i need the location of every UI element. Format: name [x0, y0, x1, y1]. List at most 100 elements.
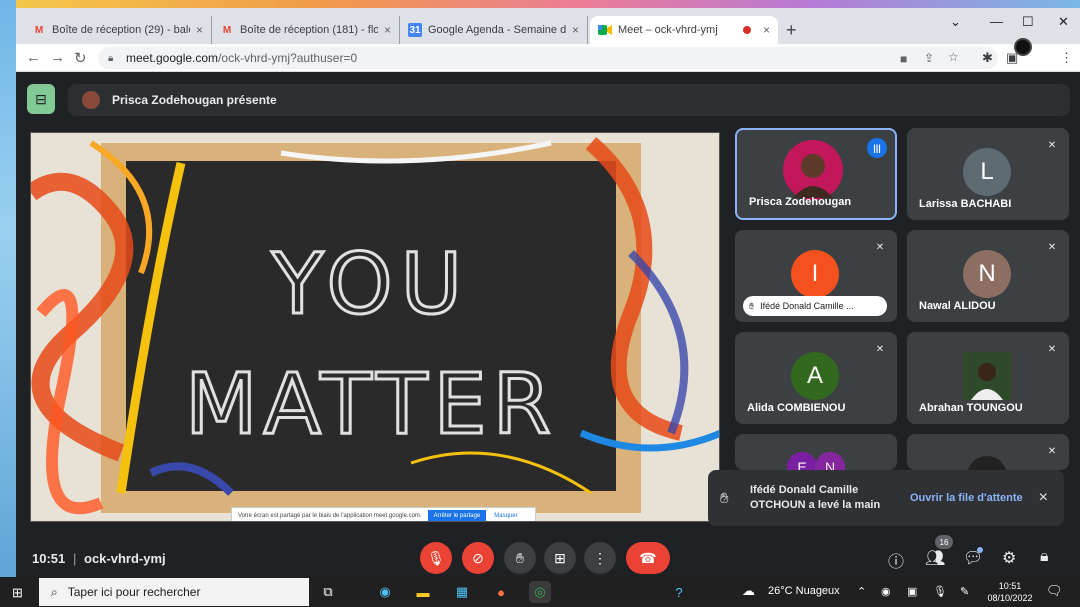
pen-icon[interactable]: ✎ [960, 585, 969, 598]
camera-icon[interactable]: ■ [900, 52, 907, 66]
close-icon[interactable]: × [572, 23, 579, 37]
share-icon[interactable]: ⇪ [924, 51, 934, 65]
share-status-bar: Votre écran est partagé par le biais de … [231, 507, 536, 521]
stop-sharing-button[interactable]: Arrêter le partage [427, 510, 487, 521]
raise-hand-button[interactable]: ✋︎ [504, 542, 536, 574]
store-icon[interactable]: ▦ [451, 581, 473, 603]
edge-icon[interactable]: ◉ [374, 581, 396, 603]
clock-time: 10:51 [998, 581, 1022, 591]
taskbar-search-input[interactable]: ⌕ Taper ici pour rechercher [39, 578, 309, 606]
microphone-icon[interactable]: 🎙︎ [933, 585, 947, 598]
chrome-icon[interactable]: ◎ [529, 581, 551, 603]
participant-tile[interactable]: ✕ Abrahan TOUNGOU [907, 332, 1069, 424]
recording-dot-icon [742, 26, 751, 34]
minimize-icon[interactable]: — [990, 14, 1003, 29]
leave-call-button[interactable]: ☎︎ [626, 542, 670, 574]
meeting-code: ock-vhrd-ymj [84, 551, 166, 566]
avatar: I [791, 250, 839, 298]
present-button[interactable]: ⊞ [544, 542, 576, 574]
participant-count-badge: 16 [935, 535, 953, 549]
shared-text-line2: MATTER [185, 355, 557, 453]
extensions-icon[interactable]: ✱ [982, 50, 993, 66]
people-icon[interactable]: 👥︎ [925, 548, 945, 568]
star-icon[interactable]: ☆ [948, 50, 959, 64]
mic-toggle-button[interactable]: 🎙︎ [420, 542, 452, 574]
url-input[interactable]: 🔒︎ meet.google.com/ock-vhrd-ymj?authuser… [98, 47, 998, 69]
participant-tile[interactable]: E N [735, 434, 897, 470]
avatar: L [963, 148, 1011, 196]
tab-gmail-2[interactable]: M Boîte de réception (181) - florenc × [212, 16, 400, 44]
mic-off-icon: ✕ [1047, 343, 1057, 355]
camera-icon[interactable]: ▣ [907, 585, 917, 598]
mic-off-icon: ✕ [875, 343, 885, 355]
more-icon: ⋮ [593, 549, 607, 566]
tab-meet[interactable]: Meet – ock-vhrd-ymj × [590, 16, 778, 44]
windows-start-icon[interactable]: ⊞ [12, 585, 23, 601]
shared-text-line1: YOU [271, 235, 470, 333]
url-host: meet.google.com [126, 51, 219, 65]
tab-title: Boîte de réception (29) - balogou [52, 24, 190, 36]
close-icon[interactable]: × [384, 23, 391, 37]
hide-button[interactable]: Masquer [494, 513, 517, 519]
avatar[interactable] [1014, 38, 1032, 56]
avatar [783, 140, 843, 200]
cloud-icon: ☁︎ [742, 583, 755, 598]
clock-date: 08/10/2022 [987, 593, 1033, 603]
avatar [82, 91, 100, 109]
record-icon[interactable]: ◉ [881, 585, 891, 598]
help-icon[interactable]: ? [668, 581, 690, 603]
mic-off-icon: ✕ [1047, 445, 1057, 457]
participant-tile[interactable]: N ✕ Nawal ALIDOU [907, 230, 1069, 322]
meet-app: ⊟ Prisca Zodehougan présente YOU MATTER … [16, 72, 1080, 577]
task-view-icon[interactable]: ⧉ [317, 581, 339, 603]
pin-presentation-icon[interactable]: ⊟ [27, 84, 55, 114]
participant-name: Larissa BACHABI [919, 198, 1012, 210]
weather-text[interactable]: 26°C Nuageux [768, 585, 840, 597]
info-icon[interactable]: ⓘ [888, 548, 904, 572]
speaking-indicator-icon: ||| [867, 138, 887, 158]
participant-tile[interactable]: A ✕ Alida COMBIENOU [735, 332, 897, 424]
file-explorer-icon[interactable]: ▬ [412, 581, 434, 603]
participant-tile[interactable]: I ✕ ✋︎ Ifédé Donald Camille ... [735, 230, 897, 322]
tab-title: Google Agenda - Semaine du 11 [428, 24, 566, 36]
activities-icon[interactable]: ⚙︎ [1002, 548, 1016, 568]
notifications-icon[interactable]: 🗨︎ [1046, 583, 1063, 599]
taskbar: ⊞ ⌕ Taper ici pour rechercher ⧉ ◉ ▬ ▦ ● … [0, 577, 1080, 607]
participant-tile[interactable]: L ✕ Larissa BACHABI [907, 128, 1069, 220]
maximize-icon[interactable]: ☐ [1022, 14, 1034, 30]
close-icon[interactable]: × [763, 23, 770, 37]
close-window-icon[interactable]: ✕ [1058, 14, 1069, 30]
participant-tile[interactable]: ||| Prisca Zodehougan [735, 128, 897, 220]
participant-tile[interactable]: ✕ [907, 434, 1069, 470]
reload-icon[interactable]: ↻ [74, 49, 87, 67]
presenting-label: Prisca Zodehougan présente [112, 93, 277, 107]
avatar: A [791, 352, 839, 400]
new-tab-button[interactable]: + [786, 20, 797, 41]
divider: | [73, 551, 77, 566]
tab-gmail-1[interactable]: M Boîte de réception (29) - balogou × [24, 16, 212, 44]
more-options-button[interactable]: ⋮ [584, 542, 616, 574]
tab-title: Meet – ock-vhrd-ymj [618, 24, 718, 36]
forward-icon[interactable]: → [50, 49, 65, 66]
close-icon[interactable]: × [1039, 489, 1048, 507]
calendar-icon: 31 [408, 23, 422, 37]
browser-window: M Boîte de réception (29) - balogou × M … [16, 8, 1080, 72]
hand-raised-notification: ✋︎ Ifédé Donald Camille OTCHOUN a levé l… [708, 470, 1064, 526]
close-icon[interactable]: × [196, 23, 203, 37]
participant-name: Nawal ALIDOU [919, 300, 996, 312]
firefox-icon[interactable]: ● [490, 581, 512, 603]
present-icon: ⊞ [554, 549, 566, 566]
address-bar-row: ← → ↻ 🔒︎ meet.google.com/ock-vhrd-ymj?au… [16, 44, 1080, 72]
taskbar-clock[interactable]: 10:51 08/10/2022 [986, 580, 1034, 604]
open-queue-button[interactable]: Ouvrir la file d'attente [910, 492, 1023, 504]
tab-calendar[interactable]: 31 Google Agenda - Semaine du 11 × [400, 16, 588, 44]
menu-icon[interactable]: ⋮ [1060, 50, 1073, 66]
host-controls-icon[interactable]: 🔒︎ [1040, 548, 1049, 566]
camera-toggle-button[interactable]: ⊘ [462, 542, 494, 574]
chevron-up-icon[interactable]: ⌃ [857, 585, 866, 598]
hang-up-icon: ☎︎ [639, 549, 657, 566]
back-icon[interactable]: ← [26, 49, 41, 66]
mic-off-icon: ✕ [1047, 139, 1057, 151]
participant-name: Ifédé Donald Camille ... [760, 301, 854, 311]
chevron-down-icon[interactable]: ⌄ [950, 14, 961, 30]
